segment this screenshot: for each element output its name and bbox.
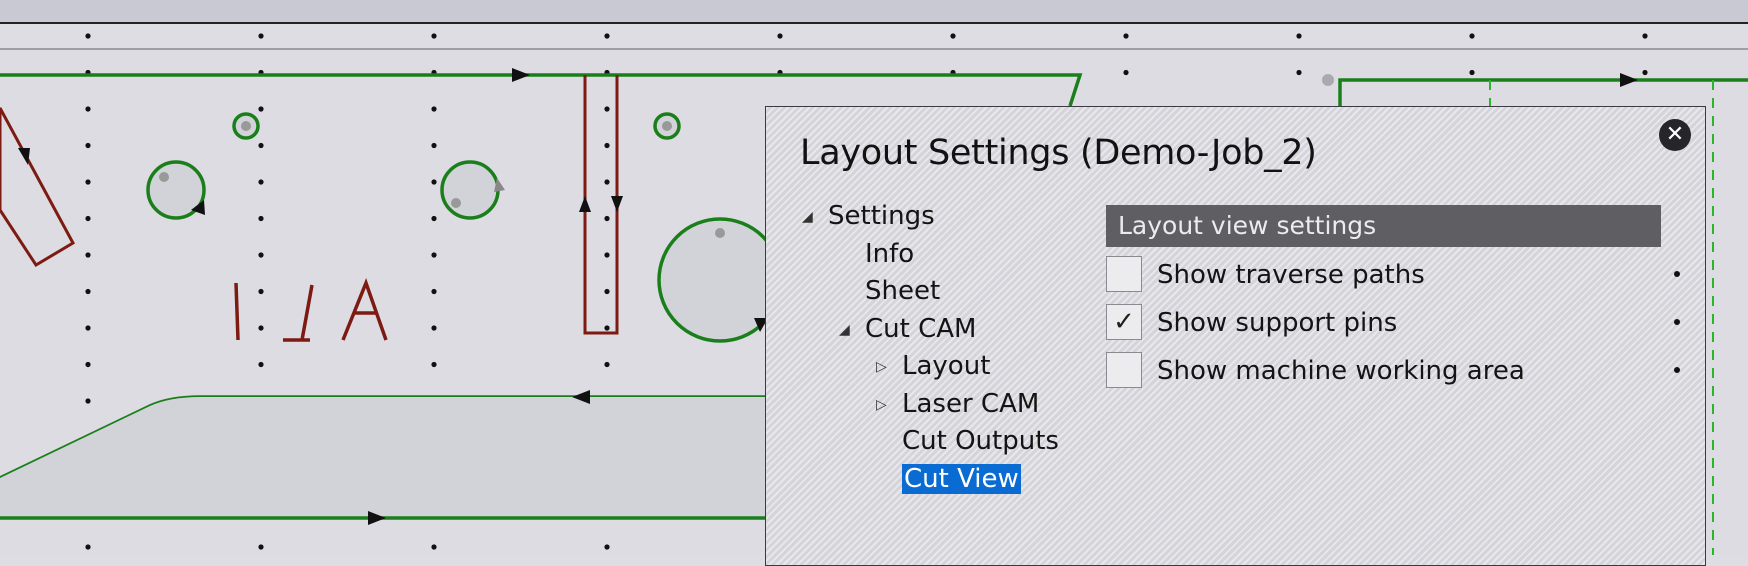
support-pin-dot [258, 288, 264, 295]
tree-item-label: Laser CAM [902, 388, 1040, 419]
support-pin-dot [604, 325, 610, 331]
support-pin-dot [431, 252, 437, 258]
toolbar-strip [0, 0, 1748, 23]
support-pin-dot [431, 106, 437, 112]
expanded-triangle-icon[interactable]: ◢ [839, 312, 850, 346]
support-pin-dot [604, 142, 610, 149]
support-pin-dot [777, 33, 783, 39]
tree-item-label: Cut Outputs [902, 426, 1059, 456]
support-pin-dot [1642, 33, 1648, 39]
checkbox-show-traverse-paths[interactable] [1106, 256, 1142, 292]
support-pin-dot [431, 179, 437, 185]
support-pin-dot [604, 288, 610, 295]
support-pin-dot [258, 33, 264, 39]
support-pin-dot [85, 288, 91, 295]
option-label: Show support pins [1157, 308, 1398, 338]
support-pin-dot [258, 325, 264, 331]
support-pin-dot [604, 361, 610, 368]
tree-item-label: Sheet [865, 276, 941, 306]
dialog-title: Layout Settings (Demo-Job_2) [800, 133, 1317, 173]
support-pin-dot [258, 361, 264, 368]
support-pin-dot [258, 179, 264, 185]
support-pin-dot [85, 106, 91, 112]
hole-cut [440, 160, 500, 220]
option-label: Show machine working area [1157, 356, 1525, 386]
support-pin-dot [604, 544, 610, 550]
tree-item-cut-cam[interactable]: Cut CAM [865, 312, 976, 346]
support-pin-dot [1642, 69, 1648, 76]
option-show-machine-working-area[interactable]: Show machine working area [1106, 352, 1686, 390]
tree-item-layout[interactable]: Layout [902, 349, 990, 383]
lead-in-point [1322, 74, 1334, 86]
support-pin-dot [1296, 33, 1302, 39]
support-pin-dot [431, 361, 437, 368]
lead-in-point [241, 121, 251, 131]
lead-in-point [451, 198, 461, 208]
tree-item-label: Cut View [902, 463, 1021, 494]
option-marker [1674, 319, 1680, 325]
support-pin-dot [431, 33, 437, 39]
support-pin-dot [431, 288, 437, 295]
support-pin-dot [85, 252, 91, 258]
lead-in-point [715, 228, 725, 238]
tree-item-info[interactable]: Info [865, 237, 914, 271]
support-pin-dot [85, 142, 91, 149]
support-pin-dot [85, 361, 91, 368]
support-pin-dot [258, 215, 264, 222]
option-marker [1674, 367, 1680, 373]
support-pin-dot [1469, 69, 1475, 76]
checkbox-show-machine-working-area[interactable] [1106, 352, 1142, 388]
collapsed-triangle-icon[interactable]: ▷ [876, 349, 887, 383]
support-pin-dot [85, 325, 91, 331]
support-pin-dot [1469, 33, 1475, 39]
support-pin-dot [604, 33, 610, 39]
support-pin-dot [85, 398, 91, 404]
support-pin-dot [1296, 69, 1302, 76]
tree-item-label: Settings [828, 201, 935, 231]
support-pin-dot [258, 106, 264, 112]
support-pin-dot [431, 325, 437, 331]
support-pin-dot [431, 142, 437, 149]
support-pin-dot [604, 252, 610, 258]
support-pin-dot [1123, 33, 1129, 39]
section-header: Layout view settings [1106, 205, 1661, 247]
layout-settings-dialog: Layout Settings (Demo-Job_2) ✕ Settings ◢… [765, 106, 1706, 566]
support-pin-dot [85, 179, 91, 185]
tree-item-sheet[interactable]: Sheet [865, 274, 940, 308]
lead-in-point [662, 121, 672, 131]
support-pin-dot [258, 544, 264, 550]
option-marker [1674, 271, 1680, 277]
option-show-support-pins[interactable]: ✓ Show support pins [1106, 304, 1686, 342]
tree-item-laser-cam[interactable]: Laser CAM [902, 387, 1039, 421]
tree-item-cut-outputs[interactable]: Cut Outputs [902, 424, 1059, 458]
option-label: Show traverse paths [1157, 260, 1425, 290]
checkbox-show-support-pins[interactable]: ✓ [1106, 304, 1142, 340]
support-pin-dot [431, 544, 437, 550]
support-pin-dot [85, 215, 91, 222]
support-pin-dot [85, 33, 91, 39]
lead-in-point [159, 172, 169, 182]
tree-item-settings[interactable]: Settings [828, 199, 935, 233]
support-pin-dot [258, 252, 264, 258]
tree-item-label: Cut CAM [865, 313, 977, 344]
tree-item-label: Layout [902, 351, 991, 381]
support-pin-dot [604, 215, 610, 222]
option-show-traverse-paths[interactable]: Show traverse paths [1106, 256, 1686, 294]
tree-item-label: Info [865, 238, 915, 269]
expanded-triangle-icon[interactable]: ◢ [802, 199, 813, 233]
support-pin-dot [431, 215, 437, 222]
collapsed-triangle-icon[interactable]: ▷ [876, 387, 887, 421]
support-pin-dot [950, 33, 956, 39]
close-icon[interactable]: ✕ [1659, 119, 1691, 151]
support-pin-dot [85, 544, 91, 550]
support-pin-dot [604, 106, 610, 112]
support-pin-dot [1123, 69, 1129, 76]
tree-item-cut-view[interactable]: Cut View [902, 462, 1021, 496]
support-pin-dot [258, 142, 264, 149]
support-pin-dot [604, 179, 610, 185]
